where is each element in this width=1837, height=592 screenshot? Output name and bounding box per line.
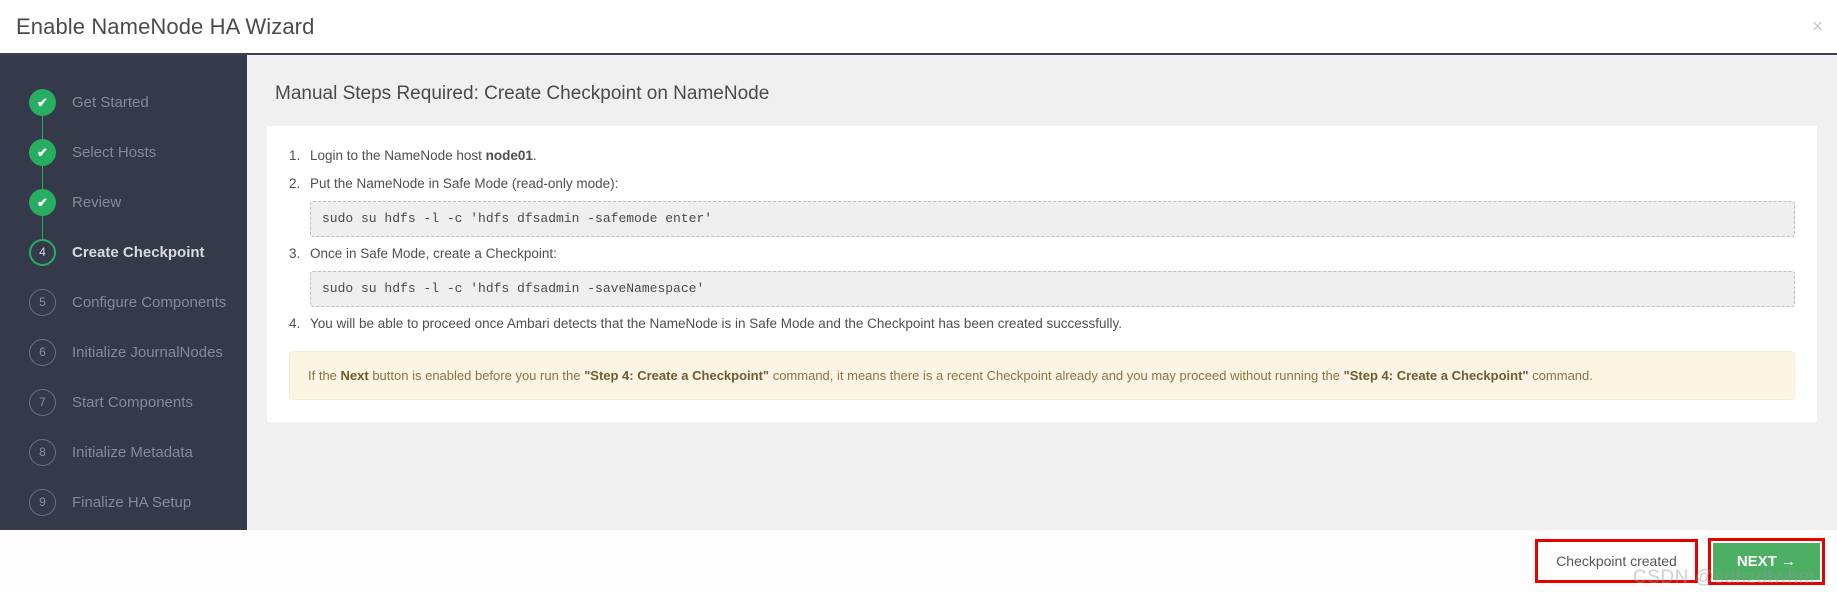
code-block-safemode[interactable]: sudo su hdfs -l -c 'hdfs dfsadmin -safem… (310, 200, 1795, 237)
step2-text: Put the NameNode in Safe Mode (read-only… (310, 175, 619, 191)
list-item-step-2: Put the NameNode in Safe Mode (read-only… (289, 174, 1795, 237)
manual-steps-list: Login to the NameNode host node01. Put t… (289, 146, 1795, 335)
window-title: Enable NameNode HA Wizard (16, 13, 315, 39)
step-connector-line (42, 115, 43, 239)
note-bold-step4-b: "Step 4: Create a Checkpoint" (1343, 367, 1529, 383)
step1-hostname: node01 (485, 148, 533, 163)
step-number-badge: 4 (29, 238, 56, 266)
sidebar-step-label: Create Checkpoint (72, 243, 205, 261)
instructions-panel: Login to the NameNode host node01. Put t… (267, 126, 1817, 423)
step4-text: You will be able to proceed once Ambari … (310, 316, 1122, 332)
list-item-step-3: Once in Safe Mode, create a Checkpoint: … (289, 244, 1795, 308)
step-number-badge: 6 (29, 338, 56, 366)
step-number-badge: 9 (29, 488, 56, 516)
sidebar-step-label: Initialize Metadata (72, 443, 193, 461)
sidebar-step-label: Finalize HA Setup (72, 493, 192, 511)
annotation-box-checkpoint-created: Checkpoint created (1535, 539, 1698, 583)
wizard-body: ✔ Get Started ✔ Select Hosts ✔ Review 4 Create … (0, 55, 1837, 530)
check-icon: ✔ (29, 188, 56, 216)
step-number-badge: 7 (29, 388, 56, 416)
wizard-content: Manual Steps Required: Create Checkpoint… (247, 55, 1837, 530)
enable-namenode-ha-wizard: Enable NameNode HA Wizard × ✔ Get Started… (0, 0, 1837, 592)
check-glyph: ✔ (37, 194, 48, 210)
note-part-3: command, it means there is a recent Chec… (769, 367, 1344, 383)
wizard-step-sidebar: ✔ Get Started ✔ Select Hosts ✔ Review 4 Create … (0, 55, 247, 530)
sidebar-step-configure-components[interactable]: 5 Configure Components (0, 277, 247, 327)
list-item-step-4: You will be able to proceed once Ambari … (289, 314, 1795, 335)
sidebar-step-label: Review (72, 193, 122, 211)
sidebar-step-create-checkpoint[interactable]: 4 Create Checkpoint (0, 227, 247, 277)
next-button[interactable]: NEXT → (1710, 540, 1822, 582)
check-icon: ✔ (29, 138, 56, 166)
check-icon: ✔ (29, 88, 56, 116)
note-bold-next: Next (340, 367, 369, 383)
sidebar-step-start-components[interactable]: 7 Start Components (0, 377, 247, 427)
step-number-badge: 8 (29, 438, 56, 466)
sidebar-step-initialize-metadata[interactable]: 8 Initialize Metadata (0, 427, 247, 477)
check-glyph: ✔ (37, 94, 48, 110)
sidebar-step-label: Initialize JournalNodes (72, 343, 223, 361)
sidebar-step-initialize-journalnodes[interactable]: 6 Initialize JournalNodes (0, 327, 247, 377)
checkpoint-note-box: If the Next button is enabled before you… (289, 350, 1795, 401)
note-part-1: If the (308, 367, 341, 383)
sidebar-step-get-started[interactable]: ✔ Get Started (0, 77, 247, 127)
wizard-footer: Checkpoint created NEXT → CSDN @sdhzdtwh… (0, 530, 1837, 592)
step1-text-pre: Login to the NameNode host (310, 148, 486, 163)
note-bold-step4-a: "Step 4: Create a Checkpoint" (584, 367, 770, 383)
step3-text: Once in Safe Mode, create a Checkpoint: (310, 245, 557, 261)
page-title: Manual Steps Required: Create Checkpoint… (275, 83, 770, 104)
annotation-box-next: NEXT → (1707, 537, 1825, 585)
sidebar-step-label: Select Hosts (72, 143, 157, 161)
window-titlebar: Enable NameNode HA Wizard × (0, 0, 1837, 55)
step1-text-post: . (532, 148, 537, 163)
check-glyph: ✔ (37, 144, 48, 160)
sidebar-step-label: Get Started (72, 93, 149, 111)
note-part-2: button is enabled before you run the (368, 367, 585, 383)
sidebar-step-label: Configure Components (72, 293, 227, 311)
sidebar-step-select-hosts[interactable]: ✔ Select Hosts (0, 127, 247, 177)
sidebar-step-review[interactable]: ✔ Review (0, 177, 247, 227)
code-block-savenamespace[interactable]: sudo su hdfs -l -c 'hdfs dfsadmin -saveN… (310, 270, 1795, 308)
checkpoint-created-button[interactable]: Checkpoint created (1538, 542, 1695, 580)
step-number-badge: 5 (29, 288, 56, 316)
close-icon[interactable]: × (1812, 17, 1823, 36)
sidebar-step-label: Start Components (72, 393, 193, 411)
sidebar-step-finalize-ha-setup[interactable]: 9 Finalize HA Setup (0, 477, 247, 527)
list-item-step-1: Login to the NameNode host node01. (289, 146, 1795, 167)
note-part-4: command. (1528, 367, 1593, 383)
